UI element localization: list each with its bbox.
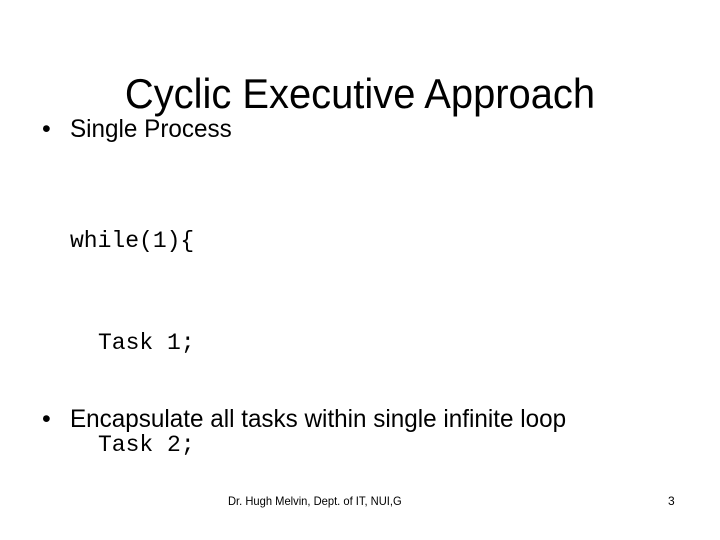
bullet-item-single-process: • Single Process: [0, 112, 237, 146]
slide-footer: Dr. Hugh Melvin, Dept. of IT, NUI,G 3: [0, 493, 720, 513]
bullet-item-encapsulate-tasks: • Encapsulate all tasks within single in…: [0, 402, 581, 436]
bullet-item-label: Encapsulate all tasks within single infi…: [70, 405, 567, 433]
bullet-point-icon: •: [42, 115, 51, 143]
code-line: while(1){: [70, 228, 195, 254]
code-line: Task 1;: [98, 330, 195, 356]
bullet-item-label: Single Process: [70, 115, 232, 143]
code-line: ..: [0, 530, 720, 540]
code-block: while(1){ Task 1; Task 2; .. .. Task n; …: [0, 156, 720, 540]
slide-canvas: Cyclic Executive Approach • Single Proce…: [0, 0, 720, 540]
page-title: Cyclic Executive Approach: [124, 70, 596, 118]
slide-body: • Single Process while(1){ Task 1; Task …: [0, 112, 720, 540]
bullet-point-icon: •: [42, 405, 51, 433]
slide-number: 3: [668, 494, 675, 508]
footer-credit-text: Dr. Hugh Melvin, Dept. of IT, NUI,G: [228, 494, 402, 508]
